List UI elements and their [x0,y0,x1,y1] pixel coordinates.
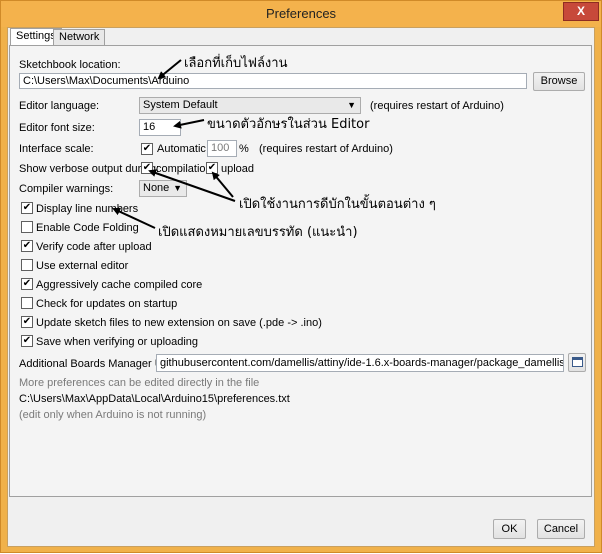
ok-button[interactable]: OK [493,519,526,539]
update-extension-checkbox[interactable] [21,316,33,328]
annotation-line-numbers: เปิดแสดงหมายเลขบรรทัด (แนะนำ) [158,225,358,240]
interface-scale-label: Interface scale: [19,143,94,155]
chevron-down-icon: ▼ [347,100,356,110]
display-line-numbers-checkbox[interactable] [21,202,33,214]
option-label: Update sketch files to new extension on … [36,317,322,329]
check-updates-checkbox[interactable] [21,297,33,309]
option-label: Use external editor [36,260,129,272]
compiler-warnings-value: None [143,182,170,194]
compilation-checkbox[interactable] [141,162,153,174]
browse-button[interactable]: Browse [533,72,585,91]
option-label: Check for updates on startup [36,298,178,310]
annotation-sketchbook: เลือกที่เก็บไฟล์งาน [184,56,288,71]
cache-compiled-core-checkbox[interactable] [21,278,33,290]
automatic-checkbox[interactable] [141,143,153,155]
annotation-verbose: เปิดใช้งานการดีบักในขั้นตอนต่าง ๆ [239,197,436,212]
save-when-verifying-checkbox[interactable] [21,335,33,347]
scale-input[interactable]: 100 [207,140,237,157]
upload-checkbox[interactable] [206,162,218,174]
cancel-button[interactable]: Cancel [537,519,585,539]
editor-language-select[interactable]: System Default ▼ [139,97,361,114]
tab-network[interactable]: Network [53,29,106,46]
upload-label: upload [221,163,255,175]
verbose-label: Show verbose output during: [19,163,160,175]
editor-language-label: Editor language: [19,100,100,112]
option-label: Display line numbers [36,203,139,215]
compiler-warnings-select[interactable]: None ▼ [139,180,187,197]
edit-urls-button[interactable] [568,353,586,372]
enable-code-folding-checkbox[interactable] [21,221,33,233]
annotation-font-size: ขนาดตัวอักษรในส่วน Editor [207,117,370,132]
title-bar[interactable]: Preferences X [1,1,601,27]
dialog-body: Settings Network Sketchbook location: C:… [7,27,595,547]
sketchbook-label: Sketchbook location: [19,59,121,71]
option-label: Aggressively cache compiled core [36,279,203,291]
boards-manager-input[interactable]: githubusercontent.com/damellis/attiny/id… [156,354,564,372]
option-label: Enable Code Folding [36,222,139,234]
compilation-label: compilation [156,163,212,175]
verify-after-upload-checkbox[interactable] [21,240,33,252]
interface-scale-note: (requires restart of Arduino) [259,143,393,155]
close-button[interactable]: X [563,2,599,21]
scale-unit: % [239,143,249,155]
more-prefs-text: More preferences can be edited directly … [19,377,260,389]
font-size-input[interactable]: 16 [139,119,181,136]
window-icon [571,357,583,367]
sketchbook-input[interactable]: C:\Users\Max\Documents\Arduino [19,73,527,89]
compiler-warnings-label: Compiler warnings: [19,183,114,195]
use-external-editor-checkbox[interactable] [21,259,33,271]
automatic-label: Automatic [157,143,206,155]
option-label: Verify code after upload [36,241,152,253]
edit-note: (edit only when Arduino is not running) [19,409,207,421]
editor-language-value: System Default [143,99,218,111]
editor-language-note: (requires restart of Arduino) [370,100,504,112]
preferences-path[interactable]: C:\Users\Max\AppData\Local\Arduino15\pre… [19,393,290,405]
chevron-down-icon: ▼ [173,183,182,193]
window-title: Preferences [265,6,337,21]
font-size-label: Editor font size: [19,122,95,134]
option-label: Save when verifying or uploading [36,336,199,348]
preferences-window: Preferences X Settings Network Sketchboo… [0,0,602,553]
